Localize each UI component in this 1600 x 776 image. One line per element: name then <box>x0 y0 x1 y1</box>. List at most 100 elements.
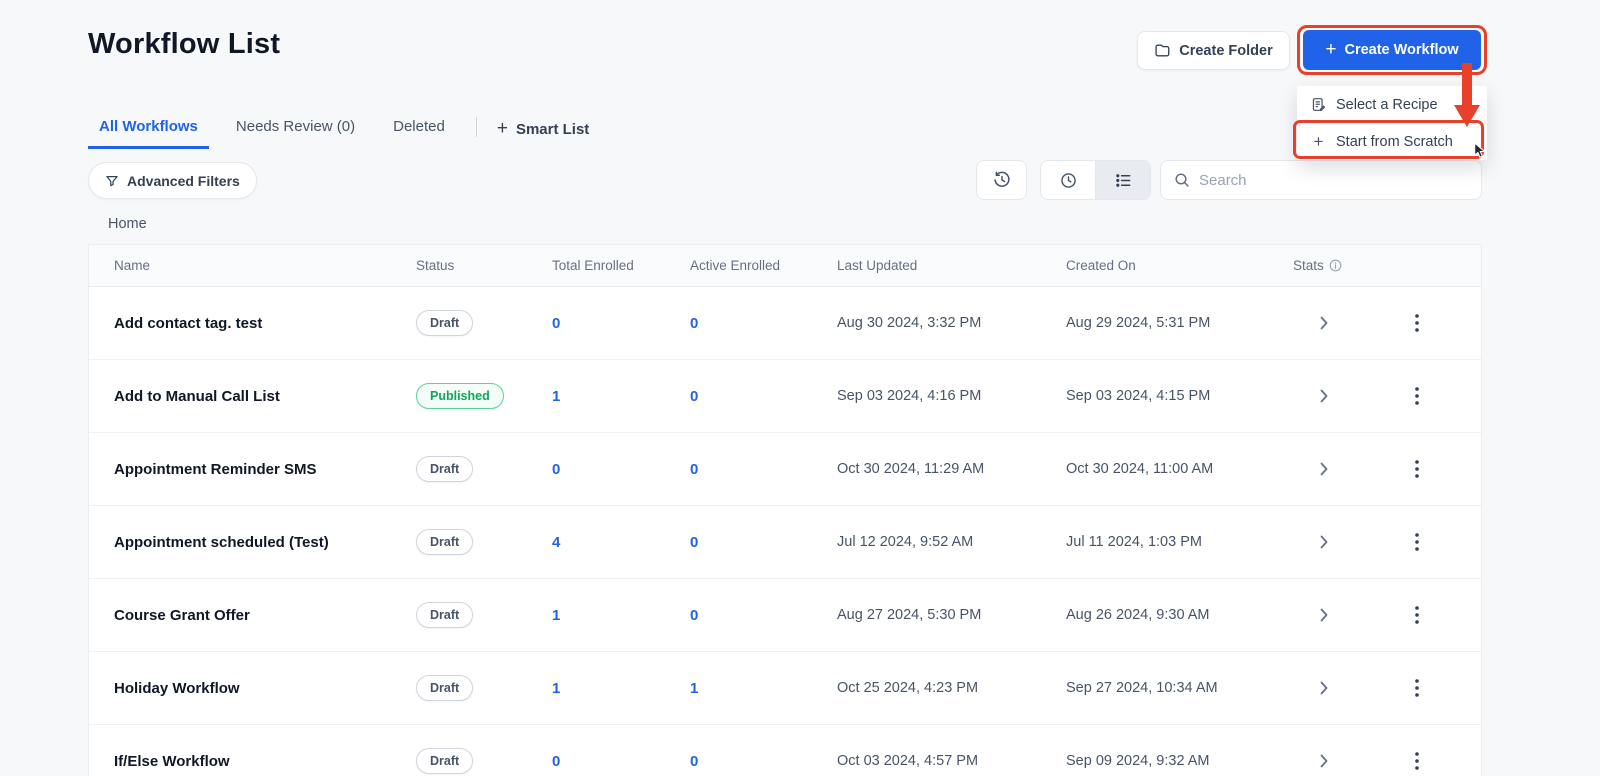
create-folder-button[interactable]: Create Folder <box>1137 31 1290 70</box>
chevron-right-icon <box>1320 389 1328 403</box>
table-row[interactable]: Holiday Workflow Draft 1 1 Oct 25 2024, … <box>89 652 1481 725</box>
active-enrolled-link[interactable]: 0 <box>690 315 837 332</box>
active-enrolled-link[interactable]: 0 <box>690 753 837 770</box>
kebab-menu-icon <box>1415 679 1419 697</box>
stats-expand-button[interactable] <box>1314 529 1334 555</box>
created-on-value: Aug 26 2024, 9:30 AM <box>1066 607 1210 623</box>
status-badge: Draft <box>416 456 474 482</box>
created-on-value: Aug 29 2024, 5:31 PM <box>1066 315 1211 331</box>
advanced-filters-label: Advanced Filters <box>127 172 240 189</box>
enrollment-history-button[interactable] <box>976 160 1027 200</box>
smart-list-label: Smart List <box>515 121 590 138</box>
row-menu-button[interactable] <box>1409 308 1425 338</box>
workflow-tabs: All Workflows Needs Review (0) Deleted +… <box>88 112 599 149</box>
created-on-value: Oct 30 2024, 11:00 AM <box>1066 461 1214 477</box>
table-header-row: Name Status Total Enrolled Active Enroll… <box>89 245 1481 287</box>
stats-header-label: Stats <box>1293 258 1324 273</box>
folder-icon <box>1154 42 1171 59</box>
row-menu-button[interactable] <box>1409 746 1425 776</box>
total-enrolled-link[interactable]: 1 <box>552 607 690 624</box>
filter-funnel-icon <box>105 174 119 188</box>
table-row[interactable]: Appointment Reminder SMS Draft 0 0 Oct 3… <box>89 433 1481 506</box>
row-menu-button[interactable] <box>1409 673 1425 703</box>
stats-expand-button[interactable] <box>1314 310 1334 336</box>
plus-icon: + <box>1313 132 1324 151</box>
stats-expand-button[interactable] <box>1314 602 1334 628</box>
tab-needs-review[interactable]: Needs Review (0) <box>225 112 366 149</box>
table-row[interactable]: Course Grant Offer Draft 1 0 Aug 27 2024… <box>89 579 1481 652</box>
table-row[interactable]: Add to Manual Call List Published 1 0 Se… <box>89 360 1481 433</box>
workflow-name[interactable]: Course Grant Offer <box>114 607 416 624</box>
menu-item-label: Select a Recipe <box>1336 96 1438 113</box>
advanced-filters-button[interactable]: Advanced Filters <box>88 162 257 199</box>
chevron-right-icon <box>1320 462 1328 476</box>
active-enrolled-link[interactable]: 0 <box>690 534 837 551</box>
search-input[interactable] <box>1199 171 1468 189</box>
workflow-name[interactable]: If/Else Workflow <box>114 753 416 770</box>
total-enrolled-link[interactable]: 0 <box>552 315 690 332</box>
workflow-name[interactable]: Add contact tag. test <box>114 315 416 332</box>
workflow-name[interactable]: Appointment Reminder SMS <box>114 461 416 478</box>
stats-expand-button[interactable] <box>1314 748 1334 774</box>
column-header-total-enrolled: Total Enrolled <box>552 258 634 273</box>
list-icon <box>1114 171 1133 190</box>
total-enrolled-link[interactable]: 0 <box>552 753 690 770</box>
recipe-icon <box>1311 97 1326 112</box>
total-enrolled-link[interactable]: 0 <box>552 461 690 478</box>
total-enrolled-link[interactable]: 1 <box>552 680 690 697</box>
smart-list-button[interactable]: + Smart List <box>487 115 599 149</box>
row-menu-button[interactable] <box>1409 381 1425 411</box>
status-badge: Draft <box>416 675 474 701</box>
view-toggle-group <box>1040 160 1151 200</box>
created-on-value: Sep 03 2024, 4:15 PM <box>1066 388 1211 404</box>
workflow-name[interactable]: Add to Manual Call List <box>114 388 416 405</box>
last-updated-value: Aug 30 2024, 3:32 PM <box>837 315 982 331</box>
breadcrumb[interactable]: Home <box>108 216 147 232</box>
kebab-menu-icon <box>1415 460 1419 478</box>
row-menu-button[interactable] <box>1409 600 1425 630</box>
kebab-menu-icon <box>1415 606 1419 624</box>
last-updated-value: Oct 03 2024, 4:57 PM <box>837 753 979 769</box>
workflow-list-page: Workflow List Create Folder + Create Wor… <box>0 0 1600 776</box>
workflow-name[interactable]: Holiday Workflow <box>114 680 416 697</box>
active-enrolled-link[interactable]: 1 <box>690 680 837 697</box>
status-badge: Draft <box>416 602 474 628</box>
menu-item-start-from-scratch[interactable]: + Start from Scratch <box>1297 123 1487 160</box>
status-badge: Draft <box>416 529 474 555</box>
chevron-right-icon <box>1320 535 1328 549</box>
table-row[interactable]: If/Else Workflow Draft 0 0 Oct 03 2024, … <box>89 725 1481 776</box>
kebab-menu-icon <box>1415 533 1419 551</box>
plus-icon: + <box>496 118 508 139</box>
stats-expand-button[interactable] <box>1314 383 1334 409</box>
search-container <box>1160 160 1482 200</box>
status-badge: Draft <box>416 310 474 336</box>
active-enrolled-link[interactable]: 0 <box>690 388 837 405</box>
list-view-button[interactable] <box>1095 161 1150 199</box>
total-enrolled-link[interactable]: 1 <box>552 388 690 405</box>
row-menu-button[interactable] <box>1409 527 1425 557</box>
row-menu-button[interactable] <box>1409 454 1425 484</box>
table-row[interactable]: Appointment scheduled (Test) Draft 4 0 J… <box>89 506 1481 579</box>
created-on-value: Sep 27 2024, 10:34 AM <box>1066 680 1218 696</box>
active-enrolled-link[interactable]: 0 <box>690 461 837 478</box>
create-workflow-button[interactable]: + Create Workflow <box>1303 30 1481 70</box>
menu-item-label: Start from Scratch <box>1336 133 1453 150</box>
clock-icon <box>1059 171 1078 190</box>
last-updated-value: Sep 03 2024, 4:16 PM <box>837 388 982 404</box>
kebab-menu-icon <box>1415 314 1419 332</box>
active-enrolled-link[interactable]: 0 <box>690 607 837 624</box>
create-folder-label: Create Folder <box>1179 42 1273 59</box>
stats-expand-button[interactable] <box>1314 456 1334 482</box>
total-enrolled-link[interactable]: 4 <box>552 534 690 551</box>
workflow-name[interactable]: Appointment scheduled (Test) <box>114 534 416 551</box>
create-workflow-label: Create Workflow <box>1344 42 1459 58</box>
stats-expand-button[interactable] <box>1314 675 1334 701</box>
tab-deleted[interactable]: Deleted <box>382 112 456 149</box>
tab-all-workflows[interactable]: All Workflows <box>88 112 209 149</box>
table-row[interactable]: Add contact tag. test Draft 0 0 Aug 30 2… <box>89 287 1481 360</box>
column-header-last-updated: Last Updated <box>837 258 918 273</box>
menu-item-select-recipe[interactable]: Select a Recipe <box>1297 86 1487 123</box>
recent-view-button[interactable] <box>1041 161 1095 199</box>
chevron-right-icon <box>1320 316 1328 330</box>
plus-icon: + <box>1325 38 1337 60</box>
